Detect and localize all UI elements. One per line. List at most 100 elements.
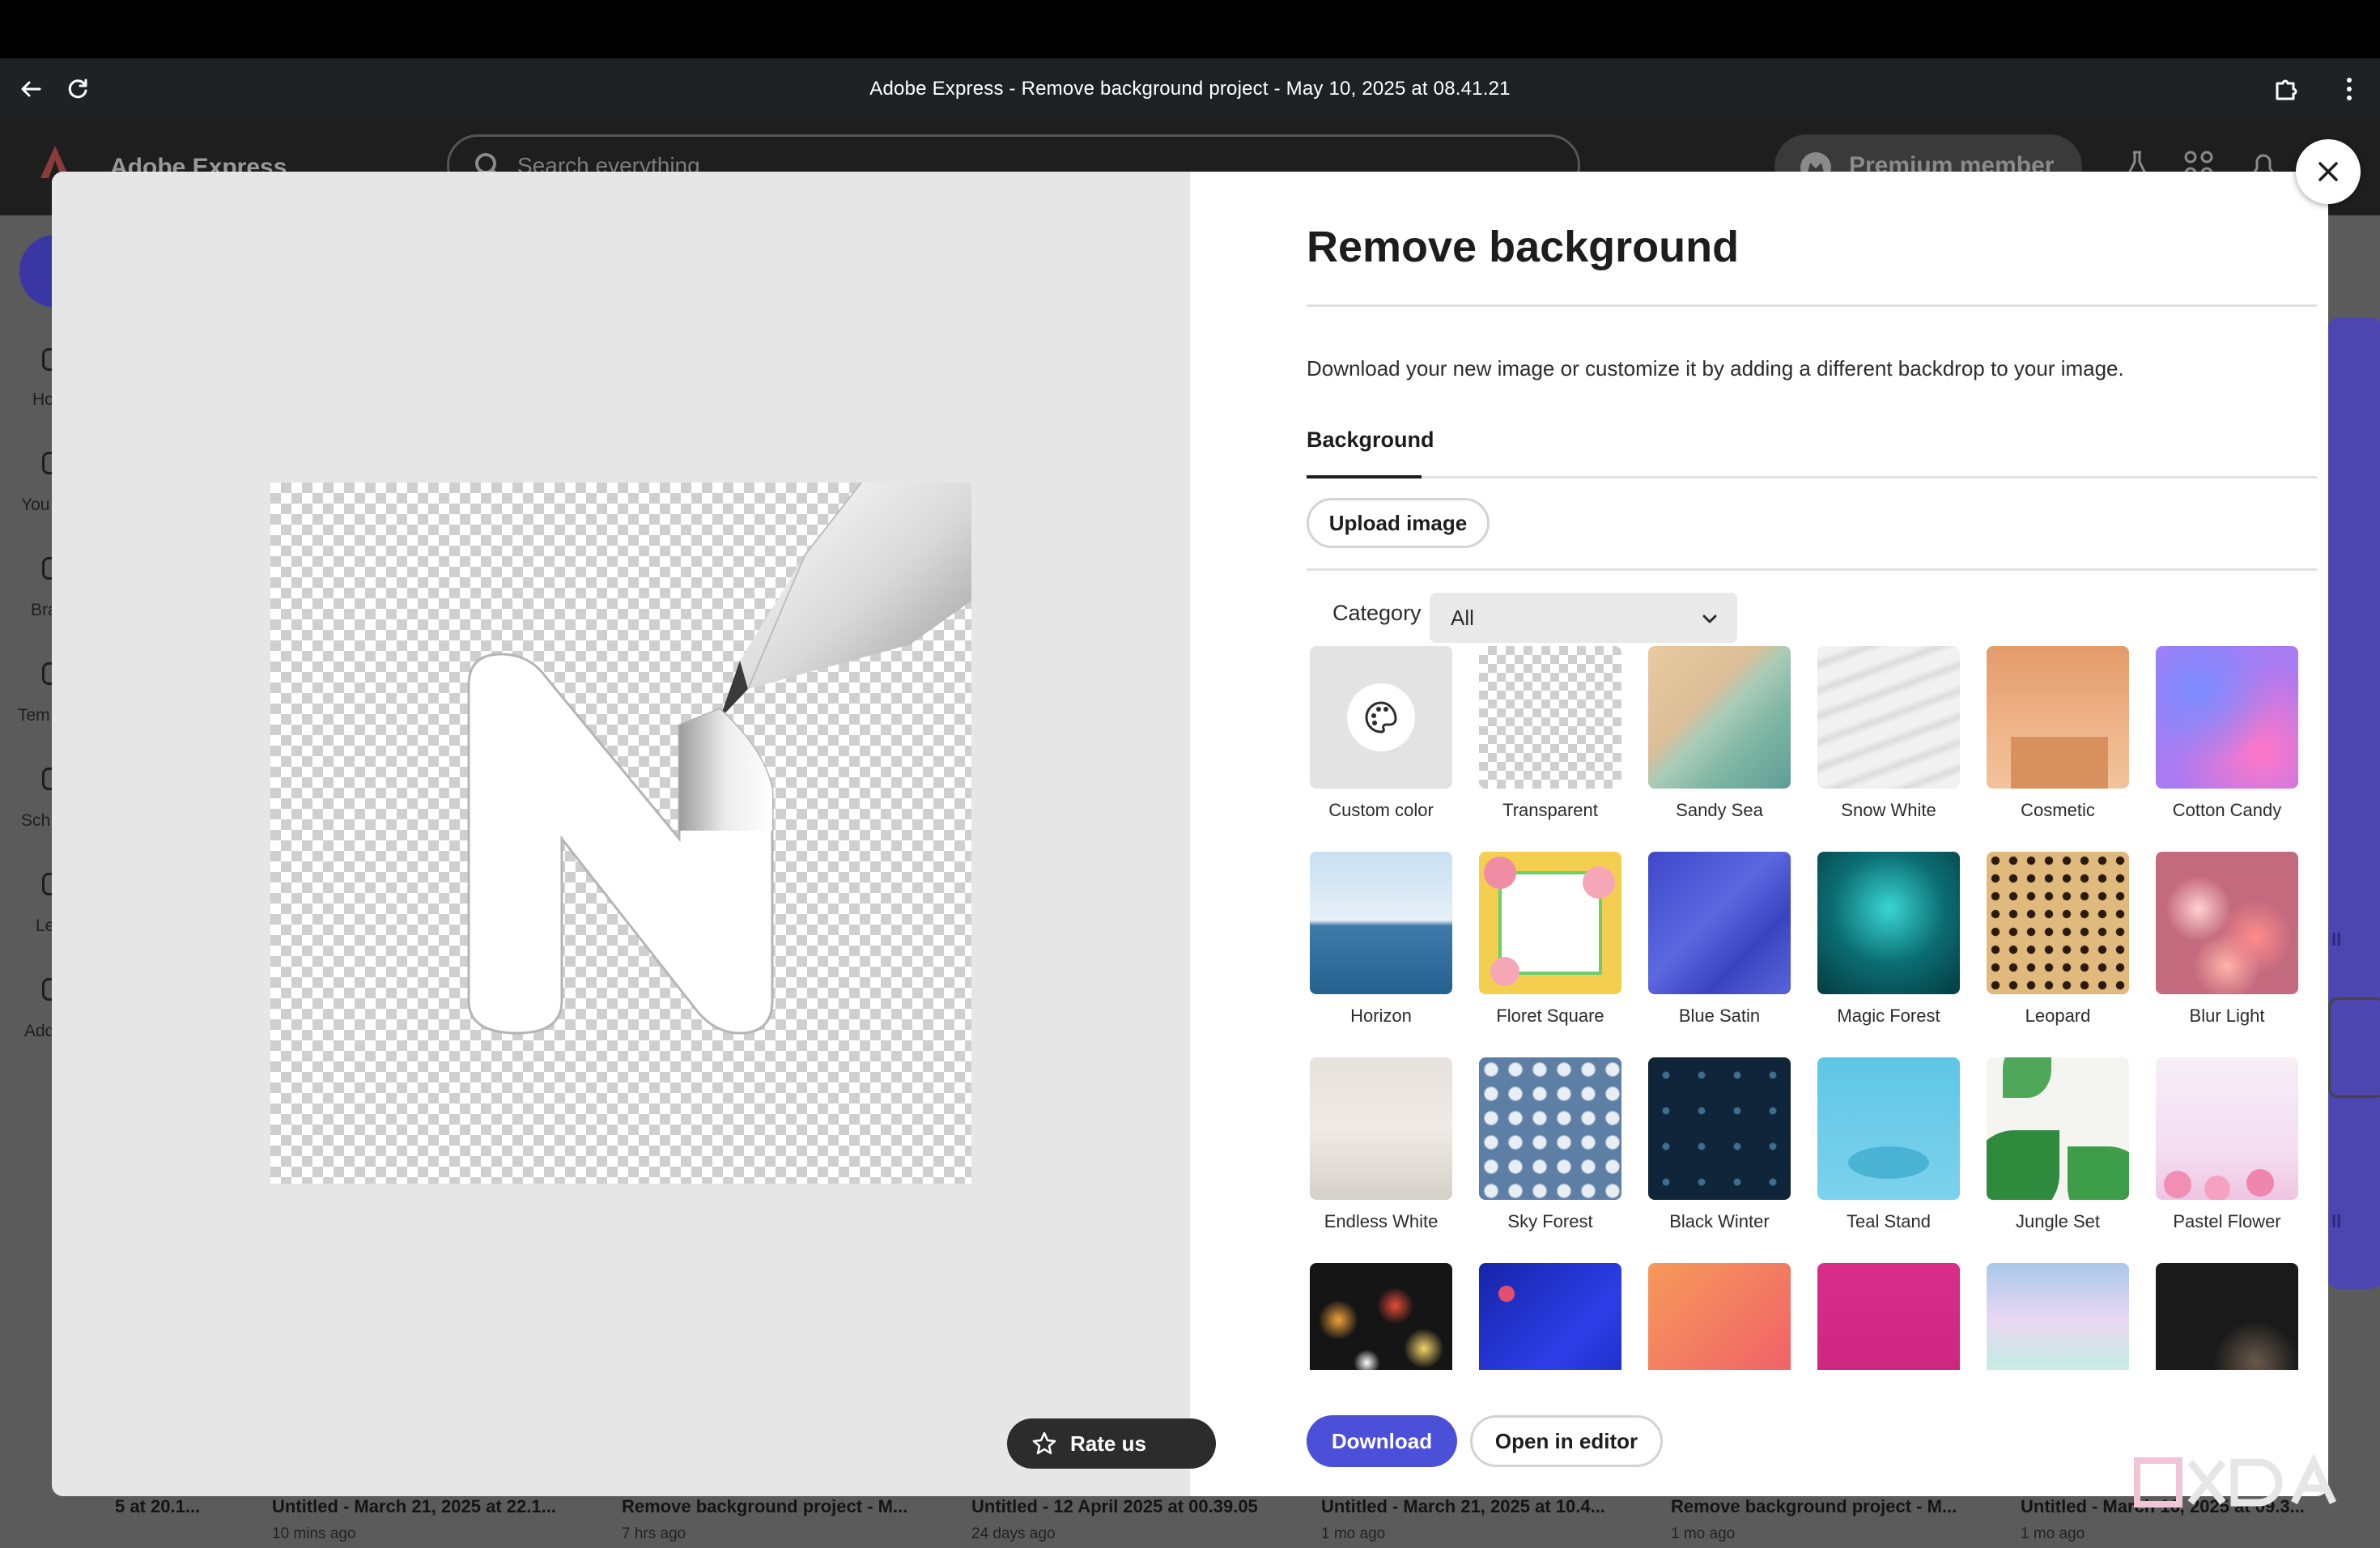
file-card[interactable]: 5 at 20.1...	[115, 1496, 200, 1517]
bg-option-jungle-set[interactable]: Jungle Set	[1985, 1057, 2131, 1232]
bg-label: Cotton Candy	[2172, 800, 2282, 820]
bg-label: Endless White	[1324, 1211, 1439, 1231]
file-card[interactable]: Untitled - 12 April 2025 at 00.39.05 24 …	[971, 1496, 1258, 1543]
bg-option-floret-square[interactable]: Floret Square	[1477, 852, 1623, 1027]
more-vertical-icon[interactable]	[2333, 73, 2365, 105]
tab-active-indicator	[1307, 475, 1422, 478]
sidebar-item-label[interactable]: Ho	[32, 390, 54, 410]
bg-option-cotton-candy[interactable]: Cotton Candy	[2154, 646, 2300, 821]
divider	[1307, 568, 2317, 571]
bg-option-pastel-flower[interactable]: Pastel Flower	[2154, 1057, 2300, 1232]
background-grid: Custom color Transparent Sandy Sea Snow …	[1308, 646, 2320, 1370]
bg-thumbnail	[1310, 852, 1452, 994]
file-title: Untitled - March 21, 2025 at 22.1...	[272, 1496, 556, 1516]
bg-option-cosmetic[interactable]: Cosmetic	[1985, 646, 2131, 821]
bg-thumbnail	[2156, 646, 2298, 789]
bg-thumbnail	[1817, 852, 1960, 994]
category-value: All	[1451, 606, 1474, 630]
file-time: 7 hrs ago	[622, 1525, 686, 1542]
open-in-editor-button[interactable]: Open in editor	[1470, 1415, 1663, 1467]
rate-us-label: Rate us	[1070, 1431, 1146, 1456]
bg-option-transparent[interactable]: Transparent	[1477, 646, 1623, 821]
bg-label: Custom color	[1328, 800, 1434, 820]
bg-label: Sky Forest	[1507, 1211, 1593, 1231]
bg-option-magic-forest[interactable]: Magic Forest	[1816, 852, 1961, 1027]
tab-divider	[1307, 476, 2317, 478]
bg-thumbnail	[1817, 1263, 1960, 1370]
bg-thumbnail	[1648, 646, 1791, 789]
bg-thumbnail	[1479, 1057, 1621, 1200]
bg-label: Blur Light	[2189, 1006, 2265, 1026]
result-preview-image	[270, 482, 971, 1184]
bg-thumbnail	[1817, 646, 1960, 789]
bg-option-teal-stand[interactable]: Teal Stand	[1816, 1057, 1961, 1232]
palette-icon	[1347, 683, 1415, 751]
bg-label: Leopard	[2025, 1006, 2091, 1026]
close-dialog-button[interactable]	[2296, 139, 2361, 204]
sidebar-item-label[interactable]: Sch	[21, 811, 50, 831]
file-title: 5 at 20.1...	[115, 1496, 201, 1516]
file-card[interactable]: Remove background project - M... 1 mo ag…	[1671, 1496, 1957, 1543]
bg-option-blue-wave[interactable]	[1477, 1263, 1623, 1370]
bg-option-pink-fabric[interactable]	[1816, 1263, 1961, 1370]
category-select[interactable]: All	[1430, 593, 1737, 643]
bg-thumbnail	[1648, 1263, 1791, 1370]
bg-option-bokeh-night[interactable]	[1308, 1263, 1454, 1370]
bg-label: Black Winter	[1669, 1211, 1770, 1231]
download-button[interactable]: Download	[1307, 1415, 1457, 1467]
bg-option-black-winter[interactable]: Black Winter	[1647, 1057, 1792, 1232]
bg-label: Pastel Flower	[2173, 1211, 2281, 1231]
rate-us-button[interactable]: Rate us	[1007, 1418, 1216, 1469]
view-all-link[interactable]: ll	[2331, 929, 2341, 950]
file-card[interactable]: Untitled - March 21, 2025 at 22.1... 10 …	[272, 1496, 556, 1543]
view-all-link[interactable]: ll	[2331, 1211, 2341, 1232]
file-card[interactable]: Untitled - March 21, 2025 at 10.4... 1 m…	[1321, 1496, 1605, 1543]
tab-background[interactable]: Background	[1307, 427, 1434, 453]
bg-thumbnail	[1479, 852, 1621, 994]
bg-option-blur-light[interactable]: Blur Light	[2154, 852, 2300, 1027]
chevron-down-icon	[1702, 615, 1717, 623]
bg-thumbnail	[1310, 646, 1452, 789]
bg-option-coral-gradient[interactable]	[1647, 1263, 1792, 1370]
preview-pane: Rate us	[52, 172, 1216, 1496]
sidebar-item-label[interactable]: Add	[24, 1022, 54, 1041]
bg-label: Cosmetic	[2021, 800, 2095, 820]
bg-option-custom-color[interactable]: Custom color	[1308, 646, 1454, 821]
bg-label: Floret Square	[1496, 1006, 1604, 1026]
bg-label: Sandy Sea	[1676, 800, 1763, 820]
bg-thumbnail	[1987, 852, 2129, 994]
file-time: 24 days ago	[971, 1525, 1056, 1542]
bg-thumbnail	[1479, 646, 1621, 789]
bg-label: Transparent	[1502, 800, 1598, 820]
options-panel: Remove background Download your new imag…	[1190, 172, 2328, 1496]
bg-thumbnail	[1987, 646, 2129, 789]
bg-thumbnail	[2156, 1057, 2298, 1200]
file-time: 1 mo ago	[1671, 1525, 1736, 1542]
bg-option-leopard[interactable]: Leopard	[1985, 852, 2131, 1027]
bg-option-sky-forest[interactable]: Sky Forest	[1477, 1057, 1623, 1232]
os-top-bar	[0, 0, 2380, 58]
extension-icon[interactable]	[2270, 73, 2302, 105]
bg-option-holographic[interactable]	[1985, 1263, 2131, 1370]
file-title: Remove background project - M...	[1671, 1496, 1957, 1516]
bg-label: Blue Satin	[1678, 1006, 1761, 1026]
browser-toolbar: Adobe Express - Remove background projec…	[0, 58, 2380, 120]
dialog-title: Remove background	[1307, 223, 1740, 271]
bg-option-blue-satin[interactable]: Blue Satin	[1647, 852, 1792, 1027]
bg-option-horizon[interactable]: Horizon	[1308, 852, 1454, 1027]
bg-option-sandy-sea[interactable]: Sandy Sea	[1647, 646, 1792, 821]
bg-label: Snow White	[1841, 800, 1936, 820]
bg-thumbnail	[2156, 1263, 2298, 1370]
bg-thumbnail	[2156, 852, 2298, 994]
sidebar-item-label[interactable]: Tem	[18, 706, 50, 725]
sidebar-item-label[interactable]: You	[21, 495, 49, 515]
window-title: Adobe Express - Remove background projec…	[869, 78, 1511, 100]
bg-option-snow-white[interactable]: Snow White	[1816, 646, 1961, 821]
upload-image-button[interactable]: Upload image	[1307, 498, 1490, 548]
bg-option-endless-white[interactable]: Endless White	[1308, 1057, 1454, 1232]
bg-option-dark-bokeh[interactable]	[2154, 1263, 2300, 1370]
bg-thumbnail	[1817, 1057, 1960, 1200]
remove-background-dialog: Rate us Remove background Download your …	[52, 172, 2328, 1496]
file-card[interactable]: Remove background project - M... 7 hrs a…	[622, 1496, 907, 1543]
app-side-frame	[2328, 997, 2380, 1098]
